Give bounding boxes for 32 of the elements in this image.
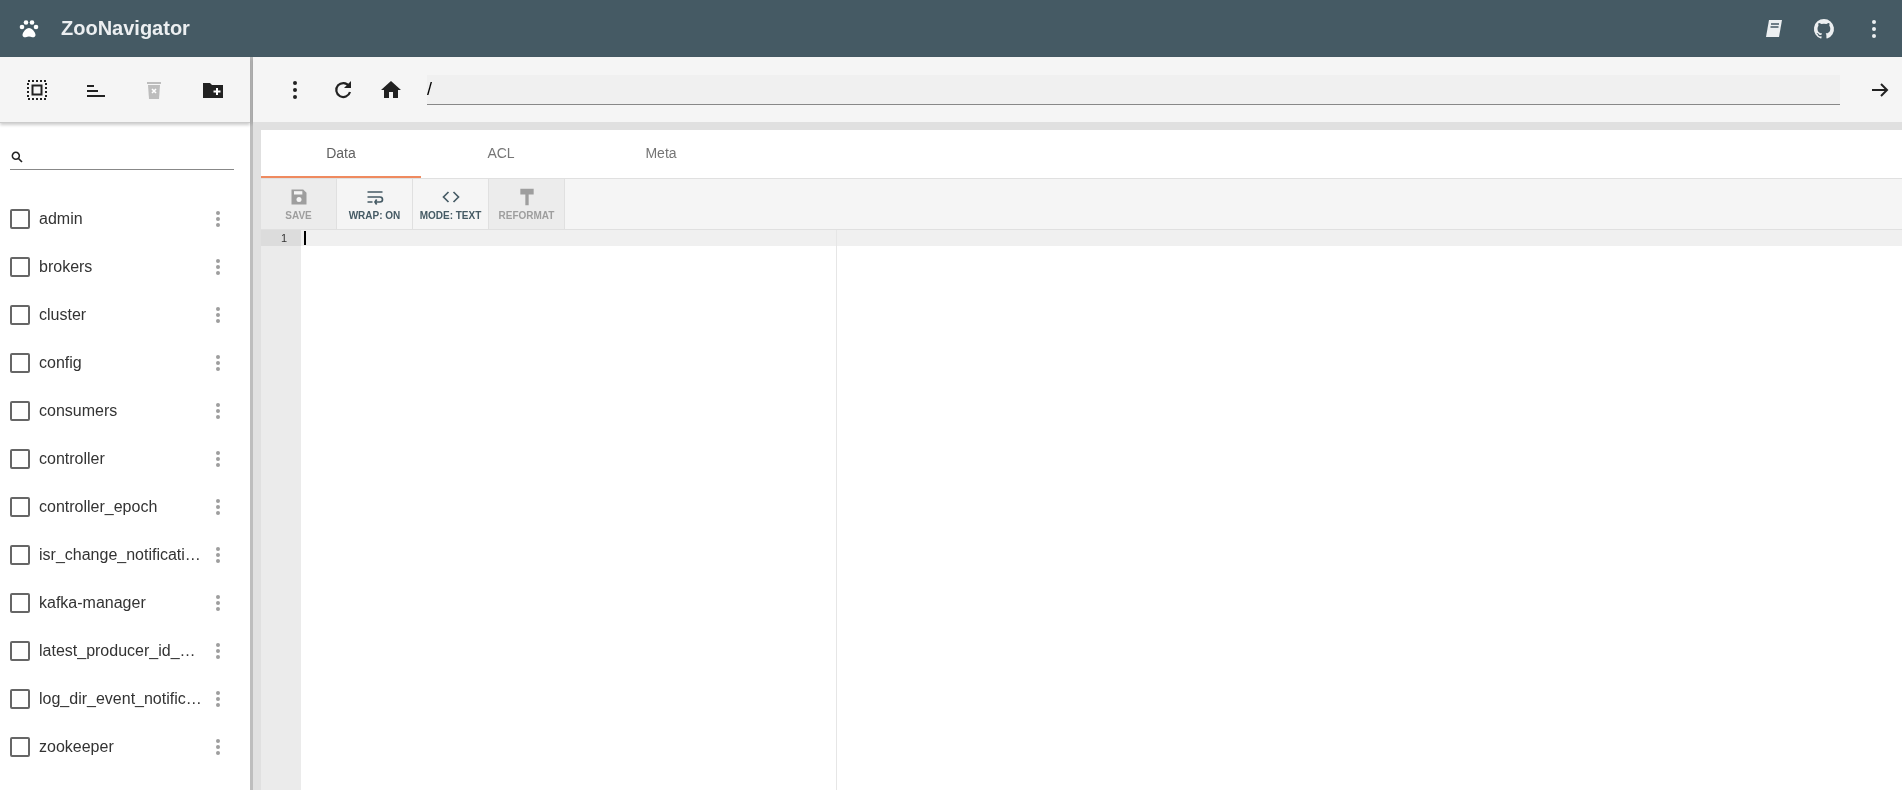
checkbox[interactable]	[10, 545, 30, 565]
path-field[interactable]: /	[427, 74, 1840, 105]
node-item[interactable]: controller_epoch	[39, 498, 216, 516]
node-item[interactable]: config	[39, 354, 216, 372]
checkbox[interactable]	[10, 401, 30, 421]
select-all-icon[interactable]	[25, 77, 50, 102]
checkbox[interactable]	[10, 689, 30, 709]
node-item[interactable]: cluster	[39, 306, 216, 324]
tab[interactable]: ACL	[421, 130, 581, 178]
line-number: 1	[261, 230, 301, 246]
checkbox[interactable]	[10, 257, 30, 277]
tab[interactable]: Meta	[581, 130, 741, 178]
node-item[interactable]: latest_producer_id_…	[39, 642, 216, 660]
checkbox[interactable]	[10, 305, 30, 325]
checkbox[interactable]	[10, 353, 30, 373]
node-item[interactable]: log_dir_event_notific…	[39, 690, 216, 708]
checkbox[interactable]	[10, 737, 30, 757]
app-title: ZooNavigator	[61, 17, 190, 40]
node-item[interactable]: controller	[39, 450, 216, 468]
node-item[interactable]: kafka-manager	[39, 594, 216, 612]
checkbox[interactable]	[10, 209, 30, 229]
checkbox[interactable]	[10, 449, 30, 469]
github-icon[interactable]	[1812, 16, 1836, 41]
checkbox[interactable]	[10, 593, 30, 613]
checkbox[interactable]	[10, 497, 30, 517]
node-item[interactable]: isr_change_notificati…	[39, 546, 216, 564]
search-icon	[10, 150, 24, 164]
checkbox[interactable]	[10, 641, 30, 661]
node-item[interactable]: consumers	[39, 402, 216, 420]
node-item[interactable]: brokers	[39, 258, 216, 276]
node-item[interactable]: zookeeper	[39, 738, 216, 756]
node-item[interactable]: admin	[39, 210, 216, 228]
